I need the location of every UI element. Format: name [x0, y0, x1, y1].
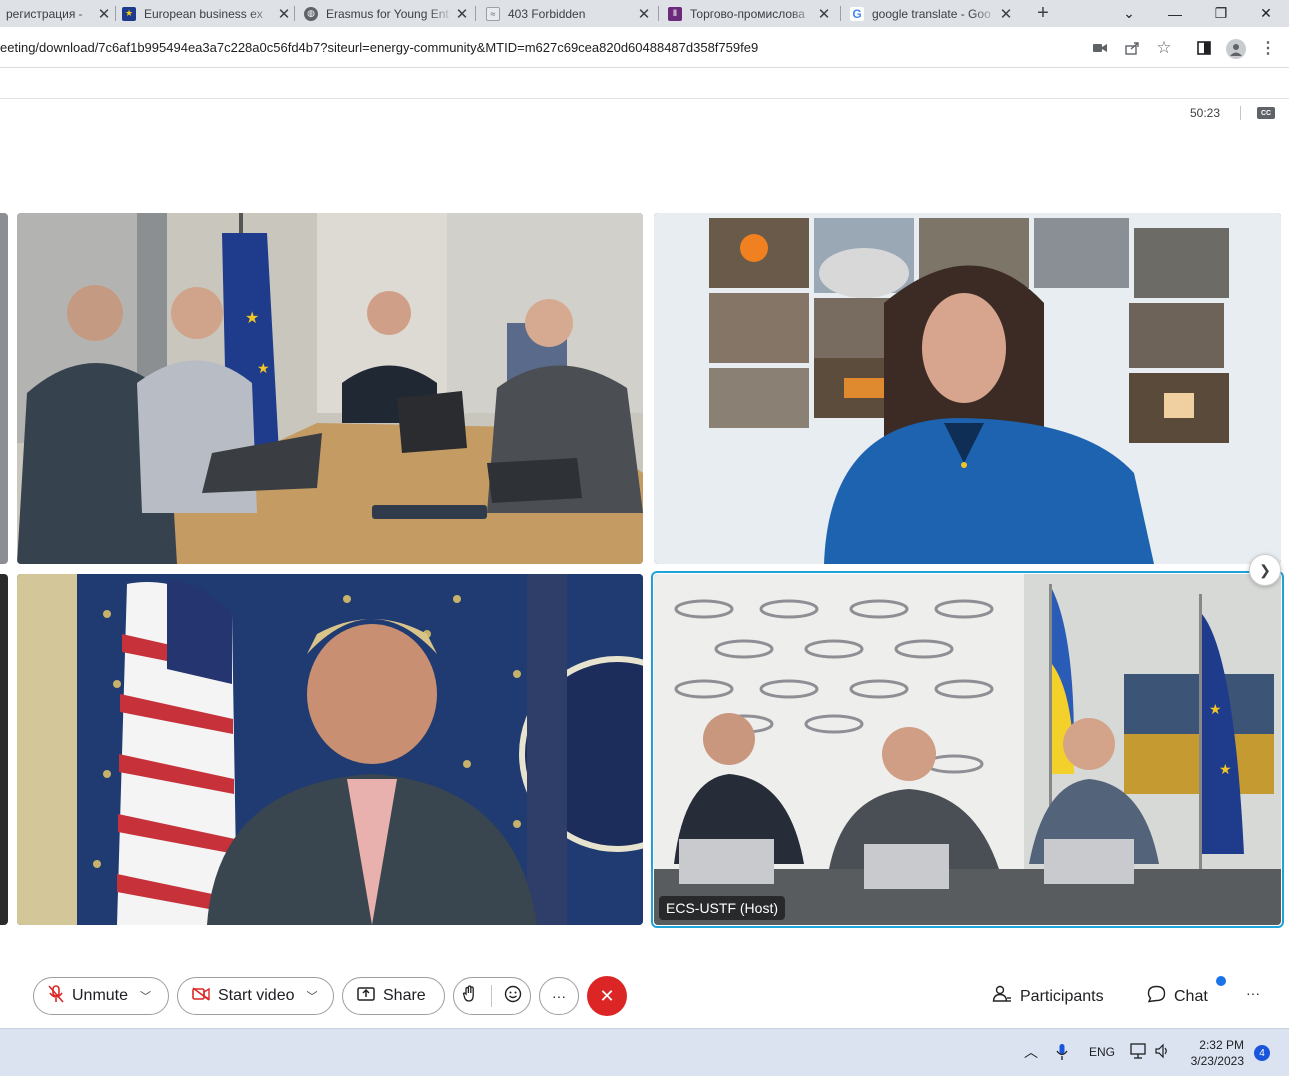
- tab-title: google translate - Goo: [872, 6, 991, 21]
- speaker-us-flag-video: [17, 574, 643, 925]
- restore-icon[interactable]: ❐: [1198, 0, 1244, 27]
- participants-icon: [992, 985, 1012, 1008]
- volume-icon[interactable]: [1155, 1043, 1171, 1062]
- participants-label: Participants: [1020, 987, 1104, 1005]
- show-hidden-icons-icon[interactable]: ︿: [1024, 1042, 1038, 1062]
- browser-menu-icon[interactable]: ⋮: [1259, 39, 1277, 57]
- tab-title: Торгово-промислова: [690, 6, 805, 21]
- taskbar-clock[interactable]: 2:32 PM 3/23/2023: [1182, 1037, 1244, 1069]
- close-tab-icon[interactable]: ✕: [96, 5, 112, 23]
- video-tile-speaker-us-flag[interactable]: [17, 574, 643, 925]
- svg-text:★: ★: [245, 308, 259, 327]
- unmute-label: Unmute: [72, 987, 129, 1004]
- microphone-muted-icon: [48, 984, 64, 1008]
- reaction-emoji-icon[interactable]: [504, 985, 522, 1008]
- page-icon: ≈: [486, 6, 500, 21]
- close-tab-icon[interactable]: ✕: [998, 5, 1014, 23]
- share-page-icon[interactable]: [1123, 39, 1141, 57]
- address-bar: eeting/download/7c6af1b995494ea3a7c228a0…: [0, 27, 1289, 68]
- leave-meeting-button[interactable]: ✕: [587, 976, 627, 1016]
- profile-avatar-icon[interactable]: [1226, 39, 1246, 59]
- tab-search-icon[interactable]: ⌄: [1106, 0, 1152, 27]
- browser-tab[interactable]: ◍ Erasmus for Young Ent ✕: [304, 0, 470, 27]
- header-divider: [1240, 106, 1241, 120]
- tab-title: Erasmus for Young Ent: [326, 6, 449, 21]
- active-speaker-border: [651, 571, 1284, 928]
- url-text[interactable]: eeting/download/7c6af1b995494ea3a7c228a0…: [0, 40, 758, 55]
- more-options-button[interactable]: ···: [539, 977, 579, 1015]
- reactions-divider: [490, 985, 492, 1007]
- reactions-group: [453, 977, 531, 1015]
- tab-title: регистрация -: [6, 6, 83, 21]
- tab-divider: [658, 6, 659, 21]
- microphone-icon[interactable]: [1056, 1043, 1068, 1064]
- chat-label: Chat: [1174, 987, 1208, 1005]
- conference-room-video: ★ ★ ★: [17, 213, 643, 564]
- tab-divider: [840, 6, 841, 21]
- closed-captions-icon[interactable]: CC: [1257, 107, 1275, 119]
- tab-divider: [475, 6, 476, 21]
- start-video-button[interactable]: Start video ﹀: [177, 977, 334, 1015]
- browser-tab[interactable]: G google translate - Goo ✕: [850, 0, 1014, 27]
- chevron-down-icon[interactable]: ﹀: [140, 988, 151, 1004]
- eu-flag-icon: ★: [122, 6, 136, 21]
- meeting-header-bar: [0, 68, 1289, 99]
- close-tab-icon[interactable]: ✕: [454, 5, 470, 23]
- close-window-icon[interactable]: ✕: [1243, 0, 1289, 27]
- unmute-button[interactable]: Unmute ﹀: [33, 977, 169, 1015]
- chat-unread-badge: [1216, 976, 1226, 986]
- next-page-arrow-icon[interactable]: ❯: [1249, 554, 1281, 586]
- browser-tab[interactable]: ★ European business ex ✕: [122, 0, 292, 27]
- clock-date: 3/23/2023: [1190, 1054, 1244, 1068]
- chevron-down-icon[interactable]: ﹀: [306, 988, 317, 1004]
- tab-divider: [294, 6, 295, 21]
- partial-video-tile: [0, 574, 8, 925]
- raise-hand-icon[interactable]: [462, 984, 478, 1008]
- browser-tab[interactable]: ≈ 403 Forbidden ✕: [486, 0, 652, 27]
- minimize-icon[interactable]: —: [1152, 0, 1198, 27]
- more-panels-button[interactable]: ···: [1246, 985, 1260, 1001]
- participant-name-tag: ECS-USTF (Host): [659, 896, 785, 920]
- svg-text:★: ★: [257, 361, 270, 377]
- notification-count-badge[interactable]: 4: [1254, 1045, 1270, 1061]
- globe-icon: ◍: [304, 6, 318, 21]
- browser-tab[interactable]: Ⅱ Торгово-промислова ✕: [668, 0, 832, 27]
- input-language[interactable]: ENG: [1089, 1045, 1115, 1059]
- participants-button[interactable]: Participants: [992, 985, 1104, 1008]
- browser-tab[interactable]: регистрация - ✕: [0, 0, 112, 27]
- camera-icon[interactable]: [1091, 39, 1109, 57]
- close-tab-icon[interactable]: ✕: [816, 5, 832, 23]
- start-video-label: Start video: [218, 987, 295, 1004]
- close-icon: ✕: [599, 985, 615, 1006]
- tab-title: European business ex: [144, 6, 263, 21]
- bookmark-star-icon[interactable]: ☆: [1155, 38, 1173, 57]
- tab-title: 403 Forbidden: [508, 6, 586, 21]
- clock-time: 2:32 PM: [1199, 1038, 1244, 1052]
- camera-off-icon: [192, 986, 210, 1006]
- partial-video-tile: [0, 213, 8, 564]
- share-screen-icon: [357, 986, 375, 1006]
- google-icon: G: [850, 6, 864, 21]
- new-tab-button[interactable]: +: [1030, 0, 1056, 27]
- share-label: Share: [383, 987, 426, 1004]
- video-tile-speaker-blue[interactable]: [654, 213, 1281, 564]
- meeting-timer: 50:23: [1190, 106, 1221, 120]
- chat-bubble-icon: [1147, 985, 1166, 1008]
- side-panel-icon[interactable]: [1195, 39, 1213, 57]
- share-button[interactable]: Share: [342, 977, 445, 1015]
- chat-button[interactable]: Chat: [1147, 985, 1208, 1008]
- close-tab-icon[interactable]: ✕: [276, 5, 292, 23]
- tab-divider: [115, 6, 116, 21]
- chamber-icon: Ⅱ: [668, 6, 682, 21]
- network-icon[interactable]: [1130, 1043, 1148, 1062]
- video-tile-conference-room[interactable]: ★ ★ ★: [17, 213, 643, 564]
- windows-taskbar: ︿ ENG 2:32 PM 3/23/2023 4: [0, 1028, 1289, 1076]
- close-tab-icon[interactable]: ✕: [636, 5, 652, 23]
- speaker-blue-video: [654, 213, 1281, 564]
- browser-tab-strip: регистрация - ✕ ★ European business ex ✕…: [0, 0, 1289, 27]
